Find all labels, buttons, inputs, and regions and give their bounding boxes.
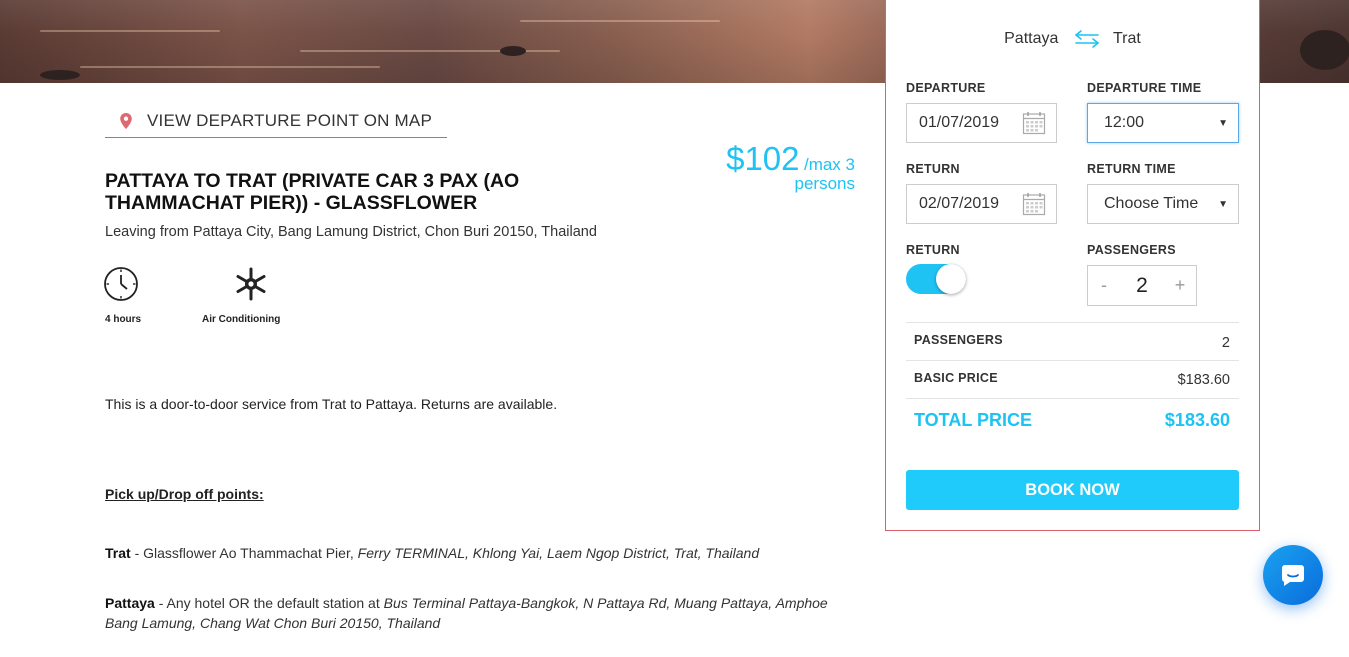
- pickup-point-name: Trat: [105, 545, 131, 561]
- snowflake-icon: [236, 267, 266, 301]
- return-date-input[interactable]: 02/07/2019: [906, 184, 1057, 224]
- trip-description: This is a door-to-door service from Trat…: [105, 396, 558, 412]
- feature-air-conditioning: Air Conditioning: [202, 266, 280, 325]
- basic-price-label: BASIC PRICE: [914, 371, 998, 385]
- trip-address: Leaving from Pattaya City, Bang Lamung D…: [105, 224, 597, 240]
- return-time-value: Choose Time: [1104, 195, 1199, 212]
- pickup-point-pattaya: Pattaya - Any hotel OR the default stati…: [105, 593, 845, 633]
- return-toggle[interactable]: [906, 264, 966, 294]
- pickup-point-text: - Any hotel OR the default station at: [154, 595, 384, 611]
- route-selector: Pattaya Trat: [886, 30, 1259, 48]
- clock-icon: [104, 267, 138, 301]
- departure-time-label: DEPARTURE TIME: [1087, 81, 1202, 95]
- increment-button[interactable]: +: [1164, 275, 1196, 296]
- view-departure-map-link[interactable]: VIEW DEPARTURE POINT ON MAP: [105, 104, 447, 138]
- calendar-icon[interactable]: [1022, 192, 1046, 216]
- total-price-value: $183.60: [1164, 410, 1230, 430]
- calendar-icon[interactable]: [1022, 111, 1046, 135]
- toggle-knob: [936, 264, 966, 294]
- trip-title: PATTAYA TO TRAT (PRIVATE CAR 3 PAX (AO T…: [105, 170, 520, 214]
- chat-launcher-button[interactable]: [1263, 545, 1323, 605]
- pickup-heading: Pick up/Drop off points:: [105, 486, 264, 502]
- swap-arrows-icon[interactable]: [1073, 30, 1101, 48]
- price-unit: /max 3: [803, 155, 855, 174]
- departure-date-input[interactable]: 01/07/2019: [906, 103, 1057, 143]
- chevron-down-icon: ▼: [1218, 117, 1228, 129]
- book-now-button[interactable]: BOOK NOW: [906, 470, 1239, 510]
- decrement-button[interactable]: -: [1088, 275, 1120, 296]
- return-time-select[interactable]: Choose Time ▼: [1087, 184, 1239, 224]
- route-to: Trat: [1113, 30, 1141, 48]
- map-link-label: VIEW DEPARTURE POINT ON MAP: [147, 110, 432, 130]
- return-label: RETURN: [906, 162, 960, 176]
- pickup-point-detail: Ferry TERMINAL, Khlong Yai, Laem Ngop Di…: [357, 545, 760, 561]
- feature-ac-label: Air Conditioning: [202, 314, 281, 325]
- summary-basic-price-row: BASIC PRICE $183.60: [906, 360, 1239, 398]
- summary-passengers-row: PASSENGERS 2: [906, 322, 1239, 360]
- return-date-value: 02/07/2019: [919, 195, 1000, 212]
- departure-date-value: 01/07/2019: [919, 114, 1000, 131]
- passengers-label: PASSENGERS: [1087, 243, 1176, 257]
- departure-time-select[interactable]: 12:00 ▼: [1087, 103, 1239, 143]
- summary-passengers-value: 2: [1221, 335, 1230, 351]
- feature-duration-label: 4 hours: [105, 314, 142, 325]
- return-time-label: RETURN TIME: [1087, 162, 1176, 176]
- pickup-point-text: - Glassflower Ao Thammachat Pier,: [130, 545, 358, 561]
- route-from: Pattaya: [1004, 30, 1059, 48]
- total-price-label: TOTAL PRICE: [914, 410, 1033, 430]
- return-toggle-label: RETURN: [906, 243, 960, 257]
- passengers-count[interactable]: 2: [1120, 274, 1164, 298]
- departure-label: DEPARTURE: [906, 81, 986, 95]
- price-amount: $102: [726, 140, 800, 177]
- feature-duration: 4 hours: [101, 266, 141, 325]
- summary-total-row: TOTAL PRICE $183.60: [906, 398, 1239, 438]
- map-pin-icon: [120, 112, 132, 129]
- price-display: $102 /max 3 persons: [700, 140, 855, 194]
- pickup-point-name: Pattaya: [105, 595, 155, 611]
- summary-passengers-label: PASSENGERS: [914, 333, 1003, 347]
- passengers-stepper[interactable]: - 2 +: [1087, 265, 1197, 306]
- departure-time-value: 12:00: [1104, 114, 1145, 131]
- chevron-down-icon: ▼: [1218, 198, 1228, 210]
- chat-bubble-icon: [1282, 565, 1304, 586]
- pickup-point-trat: Trat - Glassflower Ao Thammachat Pier, F…: [105, 543, 845, 563]
- basic-price-value: $183.60: [1177, 372, 1230, 388]
